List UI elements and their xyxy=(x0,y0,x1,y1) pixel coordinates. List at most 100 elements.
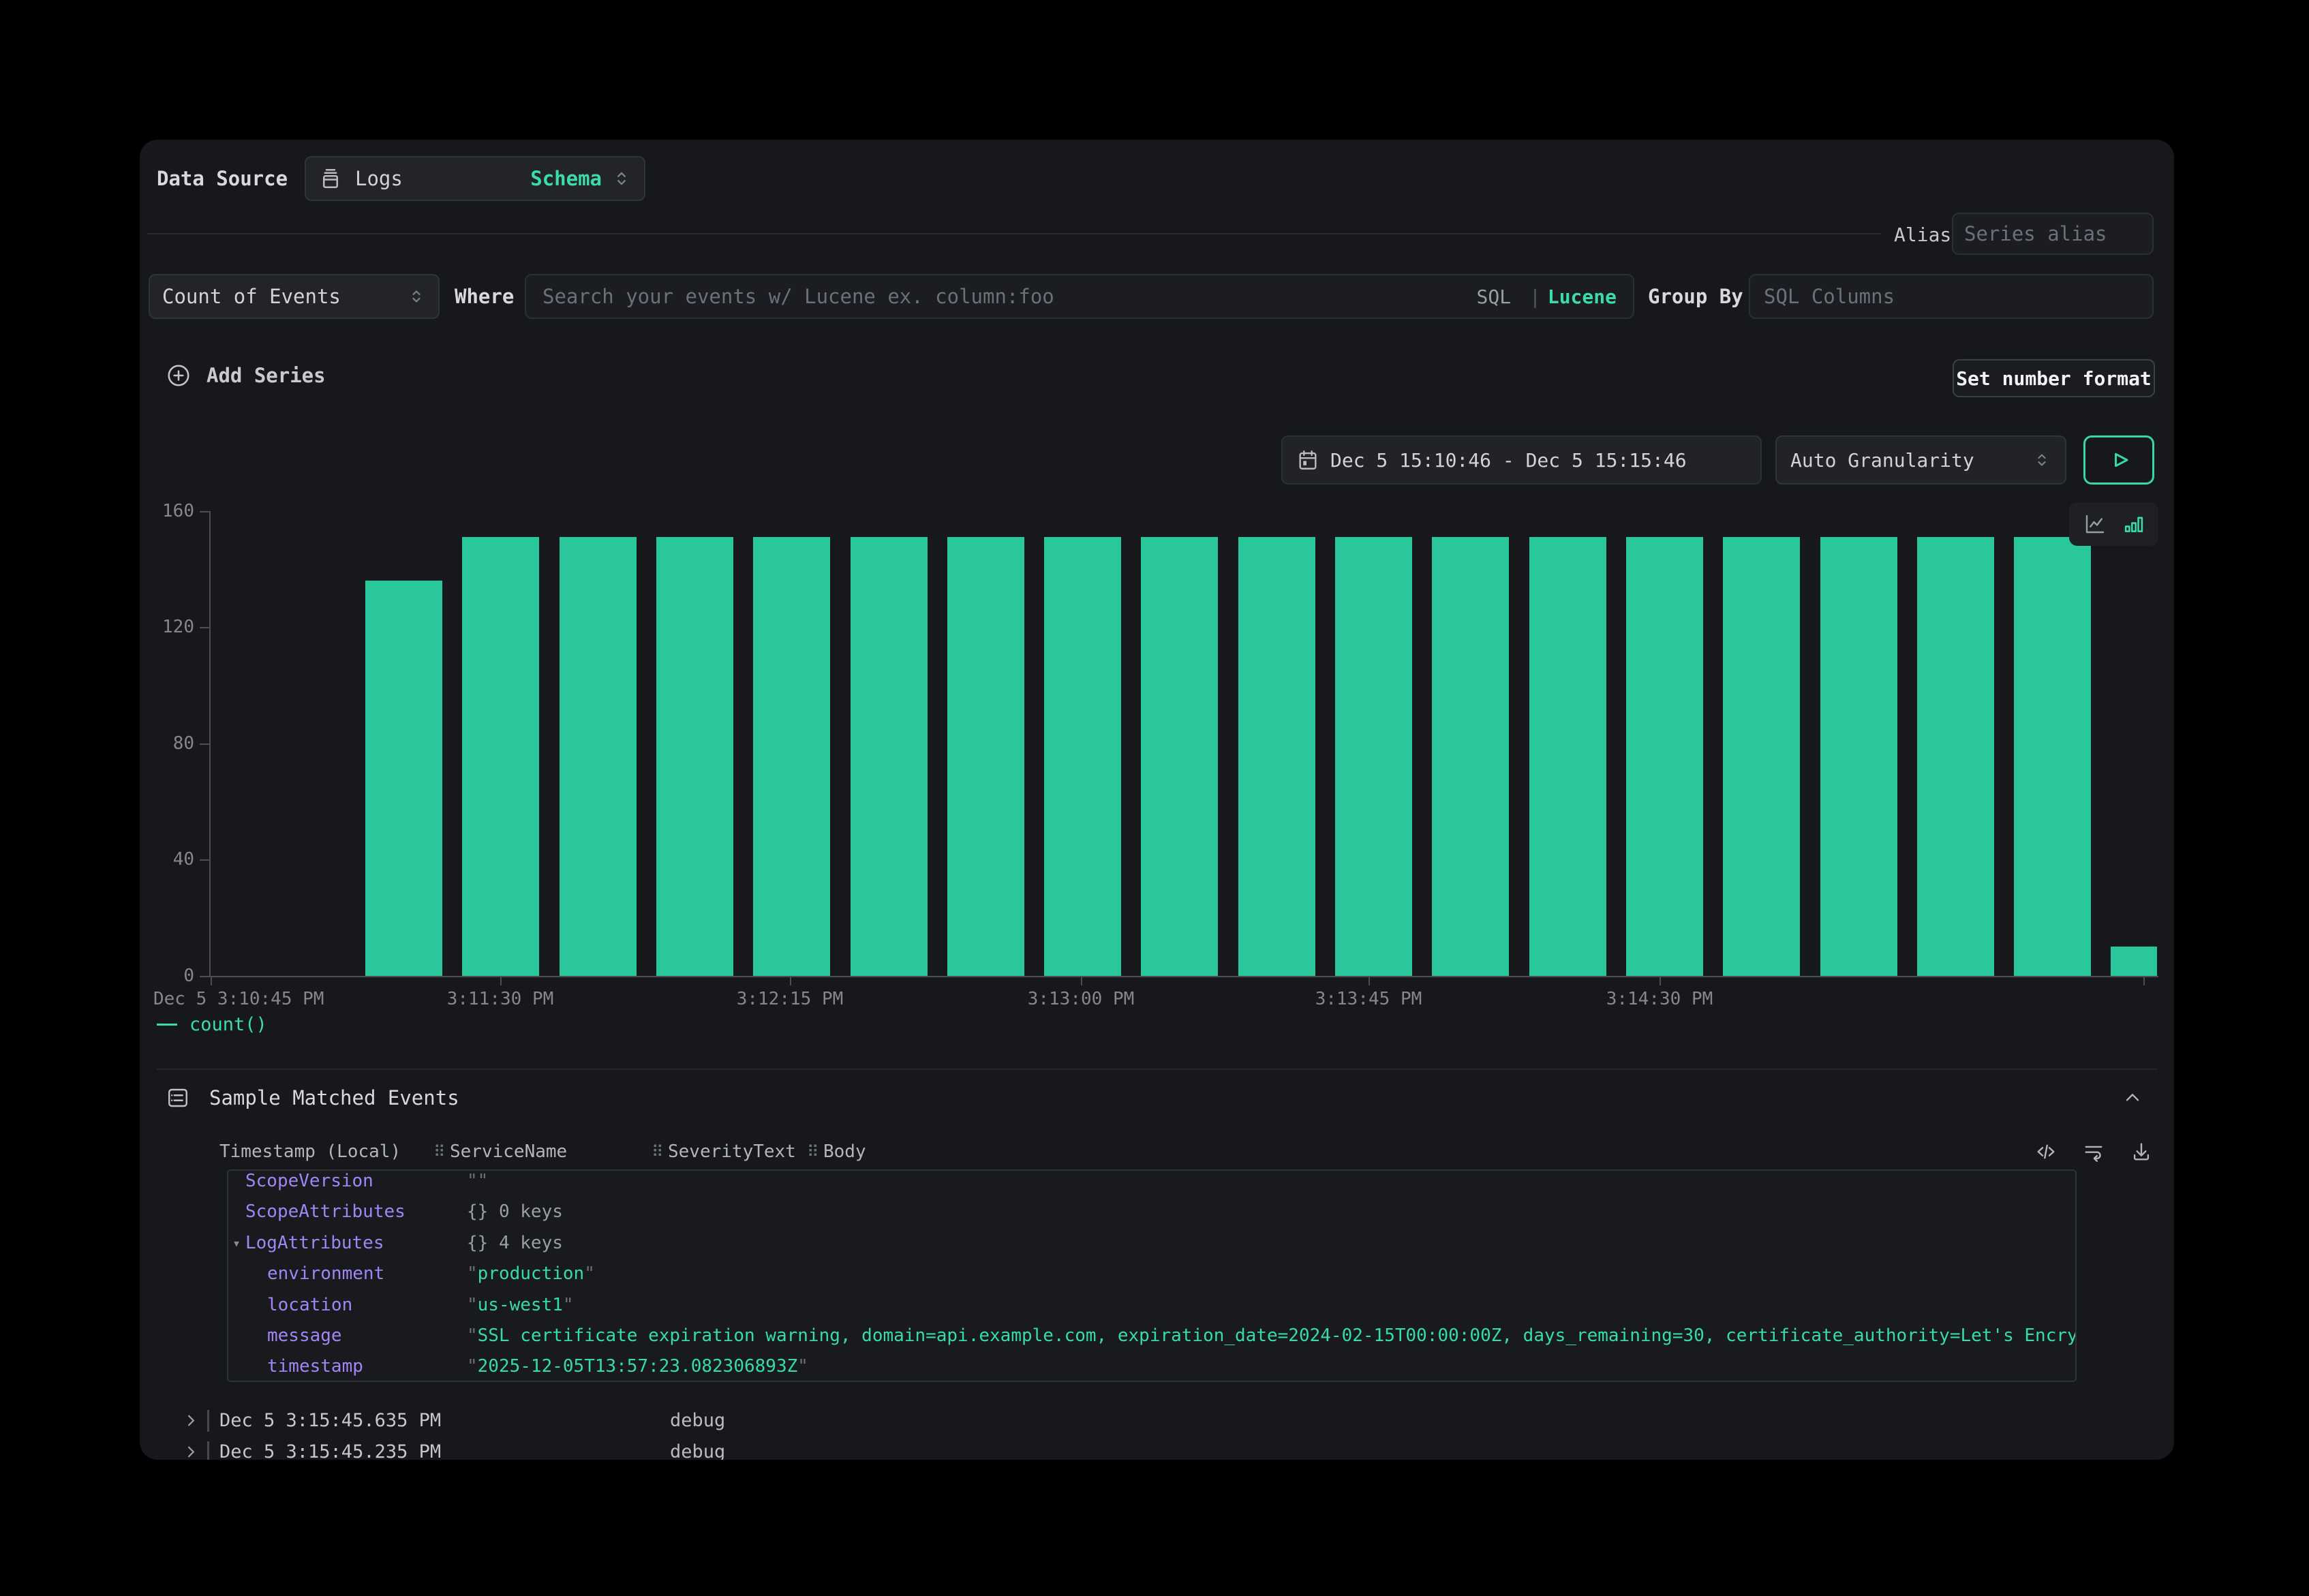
run-query-button[interactable] xyxy=(2083,435,2154,485)
event-timestamp: Dec 5 3:15:45.235 PM xyxy=(219,1437,441,1460)
chevron-right-icon[interactable] xyxy=(182,1411,200,1430)
x-tick-label: 3:13:00 PM xyxy=(1028,989,1135,1009)
search-input[interactable] xyxy=(542,285,1466,308)
chart-bar[interactable] xyxy=(1238,537,1315,976)
chart-bar[interactable] xyxy=(1820,537,1897,976)
chart-bar[interactable] xyxy=(1335,537,1412,976)
chevron-updown-icon xyxy=(2032,450,2051,470)
chart-bar[interactable] xyxy=(1917,537,1994,976)
chevron-right-icon[interactable] xyxy=(182,1443,200,1460)
collapse-section-chevron-up-icon[interactable] xyxy=(2122,1087,2143,1109)
attribute-key[interactable]: timestamp xyxy=(267,1351,363,1382)
x-tick-label: Dec 5 3:10:45 PM xyxy=(153,989,324,1009)
calendar-icon xyxy=(1296,448,1319,472)
download-icon[interactable] xyxy=(2130,1140,2153,1163)
event-table-row[interactable]: Dec 5 3:15:45.235 PM debug xyxy=(140,1437,2174,1460)
events-table-header: Timestamp (Local)⠿ServiceName⠿SeverityTe… xyxy=(140,1137,2174,1167)
attribute-value[interactable]: {} 0 keys xyxy=(467,1196,2075,1227)
column-header-severitytext[interactable]: SeverityText xyxy=(668,1137,796,1167)
line-chart-icon[interactable] xyxy=(2083,512,2107,536)
log-attribute-row: message "SSL certificate expiration warni… xyxy=(228,1320,2075,1351)
chart-bar[interactable] xyxy=(462,537,539,976)
caret-down-icon[interactable]: ▾ xyxy=(232,1227,241,1259)
event-severity: debug xyxy=(670,1437,725,1460)
chart-legend: count() xyxy=(157,1014,267,1035)
attribute-value[interactable]: "" xyxy=(467,1169,2075,1197)
log-attribute-row: location "us-west1" xyxy=(228,1289,2075,1321)
group-by-input[interactable] xyxy=(1764,285,2139,308)
chart-bar[interactable] xyxy=(1044,537,1121,976)
open-quote: " xyxy=(467,1171,478,1191)
column-header-body[interactable]: Body xyxy=(823,1137,866,1167)
aggregation-value: Count of Events xyxy=(162,285,341,308)
aggregation-select[interactable]: Count of Events xyxy=(149,274,440,319)
attribute-value[interactable]: {} 4 keys xyxy=(467,1227,2075,1259)
chart-bar[interactable] xyxy=(1723,537,1800,976)
drag-handle-icon[interactable]: ⠿ xyxy=(807,1137,819,1167)
attribute-string-value: SSL certificate expiration warning, doma… xyxy=(478,1325,2075,1346)
alias-input[interactable] xyxy=(1964,222,2141,245)
legend-series-label: count() xyxy=(189,1014,267,1035)
granularity-select[interactable]: Auto Granularity xyxy=(1775,435,2066,485)
x-tick-mark xyxy=(500,977,502,985)
y-tick-mark xyxy=(200,627,209,628)
chart-bar[interactable] xyxy=(851,537,928,976)
drag-handle-icon[interactable]: ⠿ xyxy=(652,1137,664,1167)
attribute-key[interactable]: message xyxy=(267,1320,342,1351)
attribute-key[interactable]: ScopeVersion xyxy=(245,1169,373,1197)
event-table-row[interactable]: Dec 5 3:15:45.635 PMdebug xyxy=(140,1405,2174,1436)
attribute-string-value: us-west1 xyxy=(478,1295,563,1315)
attribute-value[interactable]: "2025-12-05T13:57:23.082306893Z" xyxy=(467,1351,2075,1382)
attribute-key[interactable]: environment xyxy=(267,1258,384,1289)
group-by-label: Group By xyxy=(1648,285,1743,308)
log-attribute-row: ScopeAttributes {} 0 keys xyxy=(228,1196,2075,1227)
column-header-timestamplocal[interactable]: Timestamp (Local) xyxy=(219,1137,401,1167)
x-tick-mark xyxy=(1081,977,1082,985)
chart-bar[interactable] xyxy=(2014,537,2091,976)
text-wrap-icon[interactable] xyxy=(2082,1140,2105,1163)
y-tick-mark xyxy=(200,976,209,977)
add-series-label: Add Series xyxy=(207,364,326,387)
severity-level-bar xyxy=(207,1410,209,1432)
attribute-string-value: production xyxy=(478,1263,585,1284)
chart-bar[interactable] xyxy=(560,537,637,976)
alias-divider xyxy=(147,233,1881,234)
attribute-key[interactable]: LogAttributes xyxy=(245,1227,384,1259)
time-range-picker[interactable]: Dec 5 15:10:46 - Dec 5 15:15:46 xyxy=(1281,435,1762,485)
attribute-value[interactable]: "production" xyxy=(467,1258,2075,1289)
chart-bar[interactable] xyxy=(1432,537,1509,976)
data-source-select[interactable]: Logs Schema xyxy=(305,156,645,201)
lucene-mode-label[interactable]: Lucene xyxy=(1548,286,1617,308)
chart-bar[interactable] xyxy=(1141,537,1218,976)
sql-mode-label[interactable]: SQL xyxy=(1477,286,1512,308)
column-header-servicename[interactable]: ServiceName xyxy=(450,1137,567,1167)
chart-bar[interactable] xyxy=(365,581,442,976)
attribute-value[interactable]: "SSL certificate expiration warning, dom… xyxy=(467,1320,2075,1351)
event-timestamp: Dec 5 3:15:45.635 PM xyxy=(219,1405,441,1436)
sql-toggle[interactable]: SQL |Lucene xyxy=(1477,286,1617,308)
chart-bar[interactable] xyxy=(753,537,830,976)
chart-bar[interactable] xyxy=(1626,537,1703,976)
chart-type-toggle xyxy=(2069,502,2158,546)
y-tick-mark xyxy=(200,511,209,512)
chart-bar[interactable] xyxy=(947,537,1024,976)
attribute-value[interactable]: "us-west1" xyxy=(467,1289,2075,1321)
close-quote: " xyxy=(478,1171,489,1191)
drag-handle-icon[interactable]: ⠿ xyxy=(433,1137,446,1167)
query-builder-panel: Data Source Logs Schema Alias Count of E… xyxy=(140,140,2174,1460)
x-tick-label: 3:11:30 PM xyxy=(447,989,554,1009)
events-section-header: Sample Matched Events xyxy=(166,1086,459,1110)
chart-bar[interactable] xyxy=(1529,537,1606,976)
x-tick-label: 3:14:30 PM xyxy=(1606,989,1713,1009)
code-icon[interactable] xyxy=(2034,1140,2058,1163)
bar-chart-icon[interactable] xyxy=(2122,512,2145,536)
open-quote: " xyxy=(467,1325,478,1346)
set-number-format-button[interactable]: Set number format xyxy=(1953,359,2155,397)
chart-bar[interactable] xyxy=(656,537,733,976)
chart-bar[interactable] xyxy=(2111,947,2157,976)
close-quote: " xyxy=(563,1295,574,1315)
x-tick-label: 3:13:45 PM xyxy=(1315,989,1422,1009)
add-series-button[interactable]: Add Series xyxy=(166,363,326,388)
attribute-key[interactable]: location xyxy=(267,1289,352,1321)
attribute-key[interactable]: ScopeAttributes xyxy=(245,1196,406,1227)
